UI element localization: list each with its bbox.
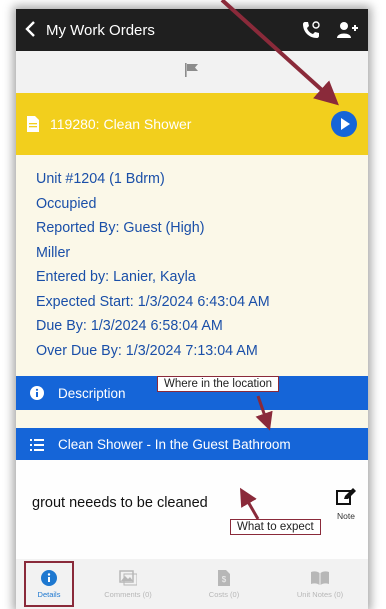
unit-info: Unit #1204 (1 Bdrm) xyxy=(36,171,165,187)
tab-costs[interactable]: $ Costs (0) xyxy=(176,559,272,609)
tab-costs-label: Costs (0) xyxy=(208,589,240,599)
due-by: Due By: 1/3/2024 6:58:04 AM xyxy=(36,318,223,334)
work-order-title: 119280: Clean Shower xyxy=(50,116,192,132)
add-user-icon[interactable] xyxy=(332,15,362,45)
work-order-details: Unit #1204 (1 Bdrm) Occupied Reported By… xyxy=(36,167,366,363)
callout-expect: What to expect xyxy=(230,519,321,535)
book-icon xyxy=(311,570,329,585)
entered-by: Entered by: Lanier, Kayla xyxy=(36,269,196,285)
tab-details[interactable]: Details xyxy=(24,561,74,607)
chevron-left-icon[interactable] xyxy=(24,20,46,41)
task-label: Clean Shower - In the Guest Bathroom xyxy=(58,436,291,452)
image-icon xyxy=(119,569,137,585)
notes-section: grout neeeds to be cleaned Note xyxy=(16,460,368,559)
top-nav-bar: My Work Orders xyxy=(16,9,368,51)
callout-where: Where in the location xyxy=(157,376,280,392)
document-icon xyxy=(26,116,40,132)
guest-name: Miller xyxy=(36,244,71,261)
reported-by: Reported By: Guest (High) xyxy=(36,220,205,236)
tab-comments-label: Comments (0) xyxy=(104,589,152,599)
edit-icon xyxy=(336,488,356,505)
expected-start: Expected Start: 1/3/2024 6:43:04 AM xyxy=(36,293,270,310)
occupancy-status: Occupied xyxy=(36,195,97,212)
svg-text:$: $ xyxy=(222,575,227,584)
flag-bar xyxy=(16,51,368,93)
bottom-tab-bar: Details Comments (0) $ Costs (0) Unit No… xyxy=(16,559,368,609)
tab-unit-notes[interactable]: Unit Notes (0) xyxy=(272,559,368,609)
work-order-bar[interactable]: 119280: Clean Shower xyxy=(16,93,368,155)
over-due-by: Over Due By: 1/3/2024 7:13:04 AM xyxy=(36,342,258,359)
tab-details-label: Details xyxy=(37,589,61,599)
phone-icon[interactable] xyxy=(296,15,326,45)
tab-unit-notes-label: Unit Notes (0) xyxy=(296,589,344,599)
note-text: grout neeeds to be cleaned xyxy=(32,495,208,511)
play-icon[interactable] xyxy=(330,110,358,138)
receipt-icon: $ xyxy=(218,569,230,586)
info-icon xyxy=(41,569,57,586)
note-button-label: Note xyxy=(337,511,355,521)
description-label: Description xyxy=(58,385,126,401)
flag-icon[interactable] xyxy=(184,62,200,83)
page-title: My Work Orders xyxy=(46,21,155,39)
list-icon xyxy=(30,438,44,451)
note-button[interactable]: Note xyxy=(332,488,360,521)
task-bar: Clean Shower - In the Guest Bathroom xyxy=(16,428,368,460)
tab-comments[interactable]: Comments (0) xyxy=(80,559,176,609)
info-icon xyxy=(30,386,44,400)
